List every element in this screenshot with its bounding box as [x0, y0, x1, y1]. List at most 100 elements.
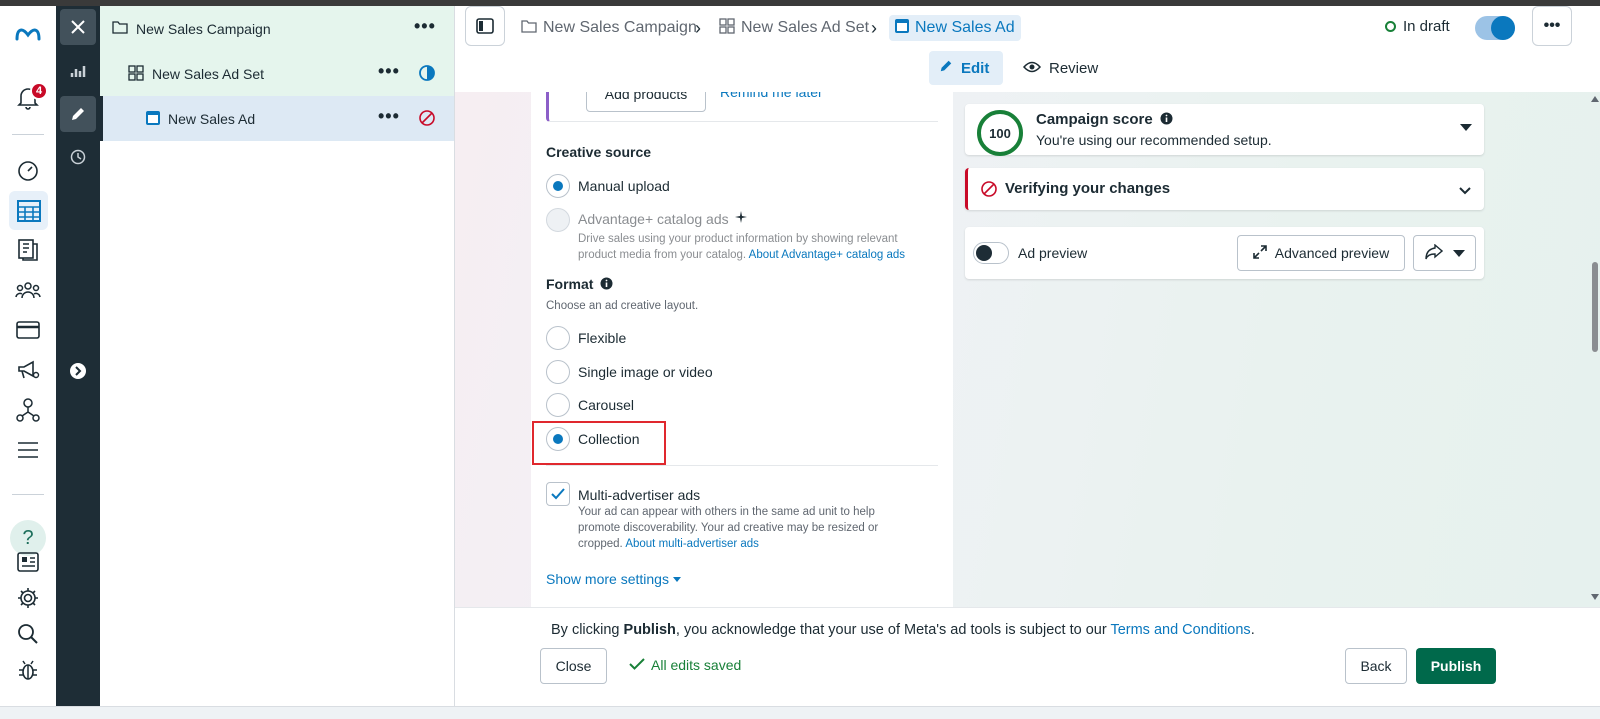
tree-item-ad[interactable]: New Sales Ad ••• [100, 96, 454, 141]
tree-campaign-label: New Sales Campaign [136, 20, 271, 37]
breadcrumb-separator-icon: › [871, 18, 877, 38]
share-dropdown-button[interactable] [1413, 235, 1476, 271]
settings-gear-icon[interactable] [14, 584, 42, 612]
dashboard-gauge-icon[interactable] [14, 157, 42, 185]
draft-status-dot-icon [1385, 21, 1396, 32]
editor-canvas: Add products Remind me later Creative so… [455, 92, 1600, 607]
draft-status-label: In draft [1403, 18, 1450, 35]
terms-mid: , you acknowledge that your use of Meta'… [675, 622, 1111, 638]
expand-chevron-icon[interactable] [60, 353, 96, 389]
scroll-down-icon[interactable] [1591, 594, 1599, 600]
format-flexible-radio[interactable] [546, 326, 570, 350]
scroll-up-icon[interactable] [1591, 96, 1599, 102]
remind-later-link[interactable]: Remind me later [720, 92, 823, 100]
rail-divider [12, 134, 44, 135]
all-tools-menu-icon[interactable] [14, 436, 42, 464]
show-more-label: Show more settings [546, 571, 669, 587]
multi-description: cropped. About multi-advertiser ads [578, 536, 759, 552]
adset-more-button[interactable]: ••• [378, 61, 400, 82]
news-feed-icon[interactable] [14, 548, 42, 576]
section-divider [546, 465, 938, 466]
breadcrumb-adset-label: New Sales Ad Set [741, 19, 870, 36]
products-section: Add products Remind me later [546, 92, 938, 122]
campaign-megaphone-icon[interactable] [14, 356, 42, 384]
meta-logo-icon[interactable] [14, 20, 42, 48]
multi-advertiser-checkbox[interactable] [546, 482, 570, 506]
ad-on-toggle[interactable] [1475, 16, 1515, 40]
tree-ad-label: New Sales Ad [168, 110, 256, 127]
charts-icon[interactable] [60, 53, 96, 89]
campaign-more-button[interactable]: ••• [414, 16, 436, 37]
back-button[interactable]: Back [1345, 648, 1407, 684]
caret-down-icon [672, 576, 681, 582]
search-icon[interactable] [14, 620, 42, 648]
advanced-preview-button[interactable]: Advanced preview [1237, 235, 1405, 271]
ad-preview-card: Ad preview Advanced preview [965, 227, 1484, 279]
campaign-score-title: Campaign score [1036, 111, 1153, 128]
breadcrumb-adset[interactable]: New Sales Ad Set [719, 15, 869, 41]
close-editor-button[interactable] [60, 9, 96, 45]
catalog-ads-radio[interactable] [546, 208, 570, 232]
more-options-button[interactable]: ••• [1532, 6, 1572, 46]
history-clock-icon[interactable] [60, 139, 96, 175]
tab-review[interactable]: Review [1021, 51, 1098, 85]
add-products-button[interactable]: Add products [586, 92, 706, 112]
scrollbar-thumb[interactable] [1592, 262, 1598, 352]
manual-upload-radio[interactable] [546, 174, 570, 198]
info-icon[interactable] [1160, 112, 1173, 128]
campaign-tree-panel: New Sales Campaign ••• New Sales Ad Set … [100, 6, 455, 706]
ad-more-button[interactable]: ••• [378, 106, 400, 127]
multi-advertiser-label: Multi-advertiser ads [578, 487, 701, 503]
catalog-ads-label: Advantage+ catalog ads [578, 211, 729, 227]
tree-item-adset[interactable]: New Sales Ad Set ••• [100, 51, 454, 96]
toggle-panel-button[interactable] [465, 6, 505, 46]
manual-upload-label: Manual upload [578, 178, 670, 194]
breadcrumb-campaign[interactable]: New Sales Campaign [521, 15, 697, 41]
sparkle-icon [735, 210, 747, 226]
close-button[interactable]: Close [540, 648, 607, 684]
ad-setup-form: Add products Remind me later Creative so… [531, 92, 953, 607]
events-manager-icon[interactable] [14, 396, 42, 424]
format-flexible-label: Flexible [578, 330, 627, 346]
ads-manager-table-icon[interactable] [9, 191, 48, 230]
chevron-down-icon[interactable] [1459, 182, 1471, 198]
catalog-ads-link[interactable]: About Advantage+ catalog ads [749, 249, 905, 261]
report-bug-icon[interactable] [14, 656, 42, 684]
caret-down-icon[interactable] [1460, 124, 1472, 131]
breadcrumb-ad-label: New Sales Ad [915, 19, 1015, 36]
publish-button[interactable]: Publish [1416, 648, 1496, 684]
tree-adset-label: New Sales Ad Set [152, 65, 265, 82]
multi-advertiser-link[interactable]: About multi-advertiser ads [625, 538, 759, 550]
terms-bold: Publish [623, 622, 676, 638]
ad-preview-toggle[interactable] [973, 242, 1009, 264]
collection-highlight-box [532, 421, 666, 465]
notifications-badge: 4 [30, 82, 48, 100]
edit-pencil-icon[interactable] [60, 96, 96, 132]
pages-icon[interactable] [14, 236, 42, 264]
format-single-image-label: Single image or video [578, 364, 713, 380]
breadcrumb-separator-icon: › [695, 18, 701, 38]
tab-edit[interactable]: Edit [929, 51, 1003, 85]
save-status-label: All edits saved [651, 657, 742, 673]
terms-conditions-link[interactable]: Terms and Conditions [1110, 622, 1250, 638]
editor-footer: By clicking Publish, you acknowledge tha… [455, 607, 1600, 706]
main-scrollbar[interactable] [1589, 92, 1600, 607]
show-more-settings-link[interactable]: Show more settings [546, 571, 681, 587]
format-carousel-radio[interactable] [546, 393, 570, 417]
multi-description-3: cropped. [578, 538, 623, 550]
ad-doc-icon [895, 18, 909, 38]
format-single-image-radio[interactable] [546, 360, 570, 384]
verifying-changes-card[interactable]: Verifying your changes [965, 168, 1484, 210]
campaign-score-value: 100 [977, 110, 1023, 156]
terms-prefix: By clicking [551, 622, 624, 638]
adset-grid-icon [128, 65, 144, 84]
terms-notice: By clicking Publish, you acknowledge tha… [551, 622, 1255, 638]
audiences-icon[interactable] [14, 276, 42, 304]
breadcrumb-ad[interactable]: New Sales Ad [889, 15, 1021, 41]
error-prohibited-icon [980, 180, 998, 201]
campaign-score-card[interactable]: 100 Campaign score You're using our reco… [965, 104, 1484, 156]
billing-card-icon[interactable] [14, 316, 42, 344]
info-icon[interactable] [600, 277, 613, 293]
folder-icon [521, 19, 537, 38]
tree-item-campaign[interactable]: New Sales Campaign ••• [100, 6, 454, 51]
